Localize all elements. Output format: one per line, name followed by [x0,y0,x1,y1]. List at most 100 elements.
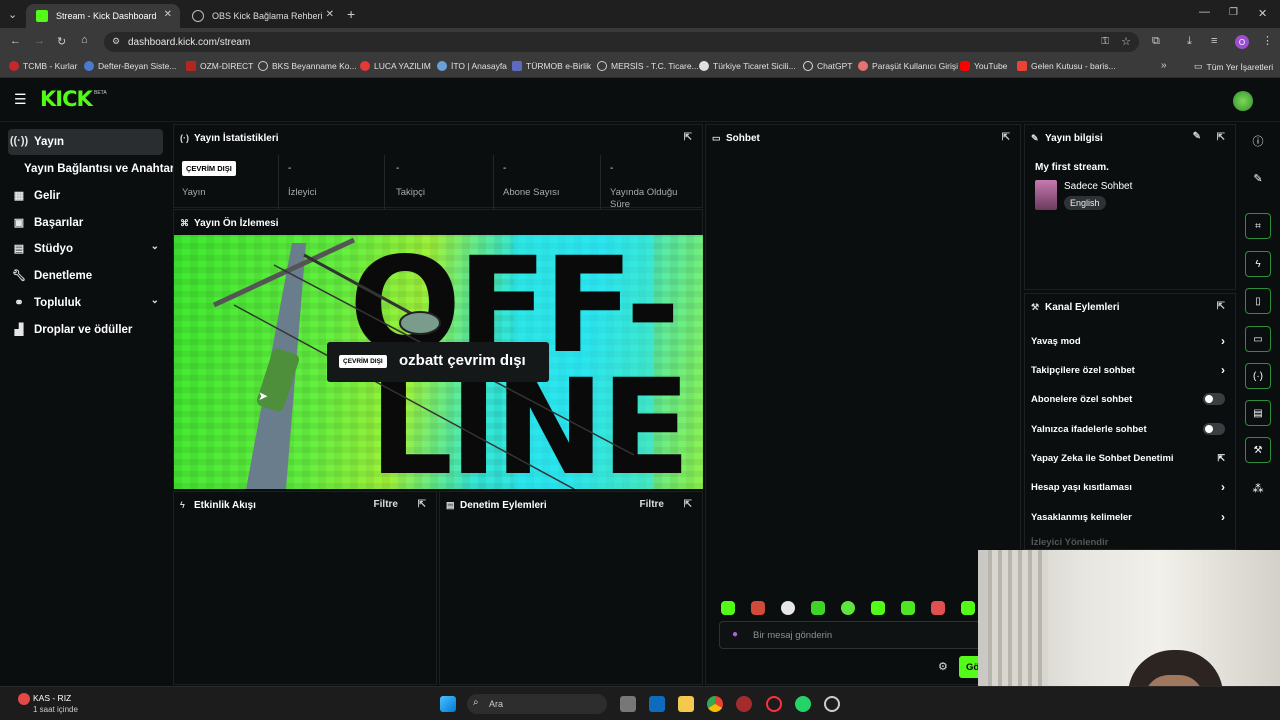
channel-action-slow-mode[interactable]: Yavaş mod › [1031,330,1227,352]
more-bookmarks-icon[interactable]: » [1161,60,1167,71]
edit-pencil-icon[interactable]: ✎ [1193,131,1201,142]
bookmark-parasut[interactable]: Paraşüt Kullanıcı Girişi [858,61,958,71]
channel-action-ai-moderation[interactable]: Yapay Zeka ile Sohbet Denetimi ⇱ [1031,447,1227,469]
clip-icon[interactable]: ⌗ [1245,213,1271,239]
star-bookmark-icon[interactable]: ☆ [1121,35,1131,48]
app-icon[interactable] [736,696,752,712]
sidebar-item-denetleme[interactable]: 🔧︎ Denetleme [8,263,163,289]
chat-settings-gear-icon[interactable]: ⚙ [938,660,948,673]
tab-list-icon[interactable]: ⌄ [8,8,17,21]
channel-action-account-age[interactable]: Hesap yaşı kısıtlaması › [1031,476,1227,498]
channel-action-banned-words[interactable]: Yasaklanmış kelimeler › [1031,506,1227,528]
popout-icon[interactable]: ⇱ [684,132,692,143]
task-view-icon[interactable] [620,696,636,712]
emote-icon[interactable] [751,601,765,615]
forward-icon[interactable]: → [34,35,45,47]
stack-icon[interactable]: ▤ [1245,400,1271,426]
bookmark-ticaret-sicili[interactable]: Türkiye Ticaret Sicili... [699,61,796,71]
bookmark-ito[interactable]: İTO | Anasayfa [437,61,507,71]
reload-icon[interactable]: ↻ [57,35,66,48]
close-tab-icon[interactable]: ✕ [164,9,172,20]
emote-icon[interactable] [781,601,795,615]
close-tab-icon[interactable]: ✕ [326,9,334,20]
url-field[interactable]: ⚙ dashboard.kick.com/stream ⚿ ☆ [104,32,1139,52]
popout-icon[interactable]: ⇱ [1217,301,1225,312]
activity-filter-button[interactable]: Filtre [374,499,398,510]
minimize-icon[interactable]: — [1199,6,1210,18]
channel-action-followers-only[interactable]: Takipçilere özel sohbet › [1031,359,1227,381]
lightning-icon[interactable]: ϟ [1245,251,1271,277]
close-window-icon[interactable]: ✕ [1258,7,1267,20]
moderation-filter-button[interactable]: Filtre [640,499,664,510]
maximize-icon[interactable]: ❐ [1229,7,1238,18]
bookmark-turmob[interactable]: TÜRMOB e-Birlik [512,61,591,71]
all-bookmarks[interactable]: ▭ Tüm Yer İşaretleri [1194,61,1273,72]
subscribers-only-toggle[interactable] [1203,393,1225,405]
edit-icon[interactable]: ✎ [1245,165,1271,191]
emote-icon[interactable] [811,601,825,615]
sidebar-item-basarilar[interactable]: ▣ Başarılar [8,210,163,236]
tab-obs-guide[interactable]: OBS Kick Bağlama Rehberi ✕ [182,4,342,28]
stream-category[interactable]: Sadece Sohbet [1064,181,1132,192]
bookmark-youtube[interactable]: YouTube [960,61,1007,71]
file-explorer-icon[interactable] [678,696,694,712]
whatsapp-icon[interactable] [795,696,811,712]
profile-avatar[interactable]: O [1235,35,1249,49]
chat-message-input[interactable]: ● Bir mesaj gönderin [719,621,981,649]
bookmark-gmail[interactable]: Gelen Kutusu - baris... [1017,61,1116,71]
sidebar-item-topluluk[interactable]: ⚭ Topluluk ⌄ [8,290,163,316]
sidebar-item-yayin[interactable]: ((·)) Yayın [8,129,163,155]
chat-icon[interactable]: ▭ [1245,326,1271,352]
weather-label[interactable]: KAS - RIZ [33,693,71,703]
bookmark-luca[interactable]: LUCA YAZILIM [360,61,431,71]
chrome-icon[interactable] [707,696,723,712]
sidebar-item-droplar[interactable]: ▟ Droplar ve ödüller [8,317,163,343]
emote-icon[interactable] [931,601,945,615]
bookmark-mersis[interactable]: MERSİS - T.C. Ticare... [597,61,699,71]
browser-menu-icon[interactable]: ⋮ [1262,34,1273,47]
emote-icon[interactable] [841,601,855,615]
user-avatar[interactable] [1233,91,1253,111]
back-icon[interactable]: ← [10,35,21,47]
home-icon[interactable]: ⌂ [81,34,88,46]
popout-icon[interactable]: ⇱ [1002,132,1010,143]
emote-icon[interactable] [871,601,885,615]
offline-preview-image[interactable]: OFF- LINE ÇEVRİM DIŞI ozbatt çevrim dışı… [174,235,703,489]
channel-action-raid-faded[interactable]: İzleyici Yönlendir [1031,537,1108,548]
opera-icon[interactable] [766,696,782,712]
popout-icon[interactable]: ⇱ [418,499,426,510]
sidebar-item-studyo[interactable]: ▤ Stüdyo ⌄ [8,236,163,262]
site-info-icon[interactable]: ⚙ [112,36,120,47]
password-key-icon[interactable]: ⚿ [1101,36,1109,47]
emote-icon[interactable] [901,601,915,615]
emote-icon[interactable] [721,601,735,615]
download-icon[interactable]: ⤓ [1187,35,1192,48]
new-tab-icon[interactable]: + [347,6,355,22]
info-icon[interactable]: ⓘ [1245,128,1271,154]
emote-only-toggle[interactable] [1203,423,1225,435]
bookmark-chatgpt[interactable]: ChatGPT [803,61,852,71]
popout-icon[interactable]: ⇱ [684,499,692,510]
sidebar-item-stream-key[interactable]: Yayın Bağlantısı ve Anahtarı [8,156,178,182]
hamburger-menu-icon[interactable]: ☰ [14,91,27,108]
bookmark-defter-beyan[interactable]: Defter-Beyan Siste... [84,61,176,71]
document-icon[interactable]: ▯ [1245,288,1271,314]
add-widget-icon[interactable]: ⁂ [1245,475,1271,501]
taskbar-search[interactable]: ⌕ Ara [467,694,607,714]
broadcast-icon[interactable]: (·) [1245,363,1271,389]
wrench-icon[interactable]: ⚒ [1245,437,1271,463]
bookmark-bks[interactable]: BKS Beyanname Ko... [258,61,357,71]
kick-logo[interactable]: KICK [40,87,93,111]
microphone-icon[interactable]: ● [732,629,738,640]
sidebar-item-gelir[interactable]: ▦ Gelir [8,183,163,209]
windows-start-icon[interactable] [440,696,456,712]
tab-kick-dashboard[interactable]: Stream - Kick Dashboard ✕ [26,4,180,28]
emote-icon[interactable] [961,601,975,615]
bookmark-ozm-direct[interactable]: OZM-DIRECT [186,61,253,71]
bookmark-tcmb[interactable]: TCMB - Kurlar [9,61,77,71]
obs-icon[interactable] [824,696,840,712]
popout-icon[interactable]: ⇱ [1217,132,1225,143]
reading-list-icon[interactable]: ≡ [1211,35,1217,47]
extensions-icon[interactable]: ⧉ [1152,35,1160,48]
outlook-icon[interactable] [649,696,665,712]
